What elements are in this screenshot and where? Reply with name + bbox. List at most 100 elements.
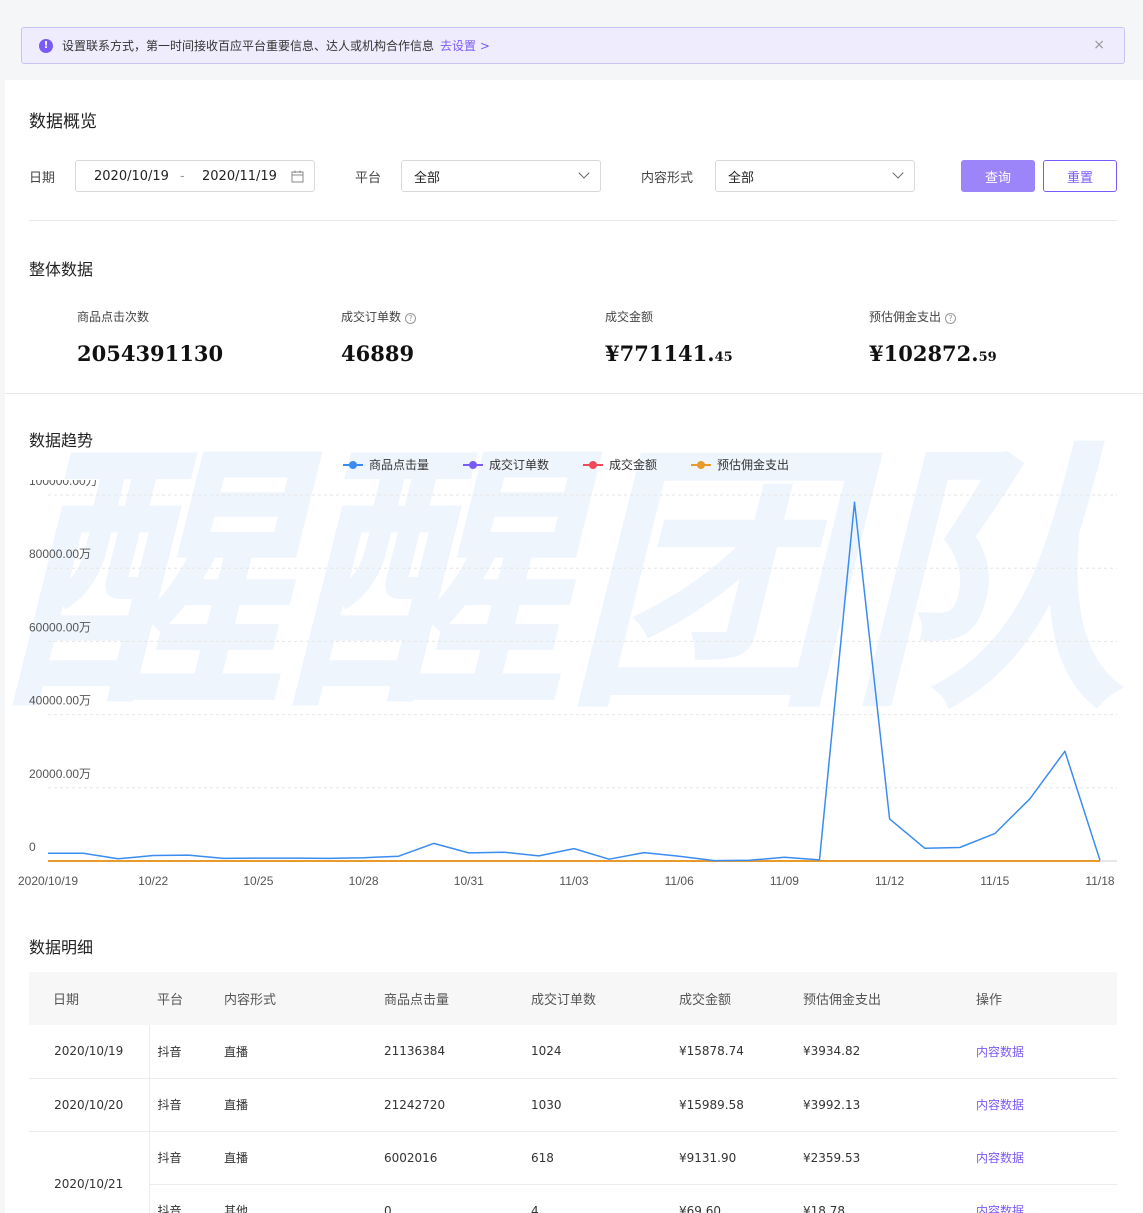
detail-table: 日期 平台 内容形式 商品点击量 成交订单数 成交金额 预估佣金支出 操作 20… [29,972,1117,1213]
trend-chart: 0 20000.00万 40000.00万 60000.00万 80000.00万 100… [18,480,1117,888]
cell-date: 2020/10/20 [29,1078,150,1132]
cell-orders: 1030 [531,1078,679,1132]
stat-label: 商品点击次数 [77,310,150,324]
chart-legend: 商品点击量 成交订单数 成交金额 预估佣金支出 [343,456,823,473]
cell-platform: 抖音 [149,1078,224,1132]
divider [29,220,1117,221]
cell-amount: ¥69.60 [679,1184,803,1213]
table-row: 2020/10/21 抖音 直播 6002016 618 ¥9131.90 ¥2… [29,1131,1117,1213]
content-data-link[interactable]: 内容数据 [976,1184,1117,1213]
cell-clicks: 21136384 [384,1025,531,1079]
platform-select[interactable]: 全部 [401,160,601,192]
chevron-down-icon [578,167,590,179]
calendar-icon [291,170,304,183]
date-label: 日期 [29,171,56,186]
stat-label: 成交订单数? [341,308,417,325]
stat-value: ¥771141.45 [605,341,733,366]
help-icon[interactable]: ? [945,313,957,324]
legend-item-clicks[interactable]: 商品点击量 [343,456,429,473]
cell-amount: ¥9131.90 [679,1131,803,1185]
table-row: 2020/10/20 抖音 直播 21242720 1030 ¥15989.58… [29,1078,1117,1132]
cell-commission: ¥3934.82 [803,1025,976,1079]
cell-date: 2020/10/21 [29,1131,150,1213]
content-form-select[interactable]: 全部 [715,160,915,192]
y-tick-label: 0 [29,840,36,854]
x-tick-label: 11/15 [980,874,1009,888]
stat-value: 46889 [341,341,415,366]
content-data-link[interactable]: 内容数据 [976,1131,1117,1185]
legend-marker [463,460,484,470]
cell-commission: ¥3992.13 [803,1078,976,1132]
y-tick-label: 60000.00万 [29,620,91,634]
x-tick-label: 11/03 [559,874,588,888]
x-tick-label: 11/06 [665,874,694,888]
exclamation-icon: ! [39,38,53,53]
cell-orders: 618 [531,1131,679,1185]
help-icon[interactable]: ? [405,313,417,324]
date-separator: - [180,168,185,184]
content-form-select-value: 全部 [728,170,755,186]
cell-form: 直播 [224,1131,384,1185]
stat-label: 预估佣金支出? [869,308,997,325]
x-tick-label: 10/28 [349,874,379,888]
table-row: 抖音 其他 0 4 ¥69.60 ¥18.78 内容数据 [29,1184,1117,1213]
x-tick-label: 11/12 [875,874,904,888]
main-card: 数据概览 日期 2020/10/19 - 2020/11/19 平台 全部 内容… [5,80,1143,1213]
x-tick-label: 10/31 [454,874,484,888]
y-tick-label: 100000.00万 [29,480,98,488]
notice-text: 设置联系方式，第一时间接收百应平台重要信息、达人或机构合作信息 [62,39,435,53]
cell-clicks: 0 [384,1184,531,1213]
chevron-down-icon [892,167,904,179]
date-end[interactable]: 2020/11/19 [202,169,277,184]
page-title: 数据概览 [29,112,97,132]
table-header-row: 日期 平台 内容形式 商品点击量 成交订单数 成交金额 预估佣金支出 操作 [29,972,1117,1025]
platform-select-value: 全部 [414,170,441,186]
column-header: 预估佣金支出 [803,972,976,1025]
column-header: 成交金额 [679,972,803,1025]
column-header: 成交订单数 [531,972,679,1025]
content-data-link[interactable]: 内容数据 [976,1078,1117,1132]
cell-form: 直播 [224,1078,384,1132]
notice-bar: ! 设置联系方式，第一时间接收百应平台重要信息、达人或机构合作信息 去设置 > … [21,27,1125,64]
summary-title: 整体数据 [29,260,94,279]
cell-platform: 抖音 [149,1184,224,1213]
column-header: 内容形式 [224,972,384,1025]
cell-form: 直播 [224,1025,384,1079]
stat-orders: 成交订单数? 46889 [341,308,417,366]
x-tick-label: 11/18 [1085,874,1114,888]
x-tick-label: 2020/10/19 [18,874,78,888]
content-form-label: 内容形式 [641,171,694,186]
x-tick-label: 10/22 [138,874,168,888]
stat-clicks: 商品点击次数 2054391130 [77,308,223,366]
content-data-link[interactable]: 内容数据 [976,1025,1117,1079]
x-tick-label: 11/09 [770,874,799,888]
stat-label: 成交金额 [605,310,654,324]
close-icon[interactable]: × [1093,37,1105,53]
legend-marker [343,460,363,470]
column-header: 商品点击量 [384,972,531,1025]
column-header: 日期 [29,972,149,1025]
cell-orders: 4 [531,1184,679,1213]
cell-commission: ¥18.78 [803,1184,976,1213]
legend-item-commission[interactable]: 预估佣金支出 [691,456,789,473]
y-tick-label: 40000.00万 [29,694,91,708]
chevron-right-icon: > [479,39,490,53]
legend-item-orders[interactable]: 成交订单数 [463,456,549,473]
platform-label: 平台 [355,171,382,186]
date-range-picker[interactable]: 2020/10/19 - 2020/11/19 [75,160,315,192]
cell-commission: ¥2359.53 [803,1131,976,1185]
cell-form: 其他 [224,1184,384,1213]
cell-platform: 抖音 [149,1131,224,1185]
x-tick-label: 10/25 [243,874,273,888]
legend-marker [691,460,712,470]
notice-settings-link[interactable]: 去设置 > [440,37,490,54]
series-line-1 [47,501,1101,862]
y-tick-label: 20000.00万 [29,767,91,781]
date-start[interactable]: 2020/10/19 [94,169,169,184]
stat-commission: 预估佣金支出? ¥102872.59 [869,308,997,366]
reset-button[interactable]: 重置 [1043,160,1117,192]
cell-clicks: 21242720 [384,1078,531,1132]
cell-date: 2020/10/19 [29,1025,150,1079]
query-button[interactable]: 查询 [961,160,1035,192]
legend-item-amount[interactable]: 成交金额 [583,456,657,473]
